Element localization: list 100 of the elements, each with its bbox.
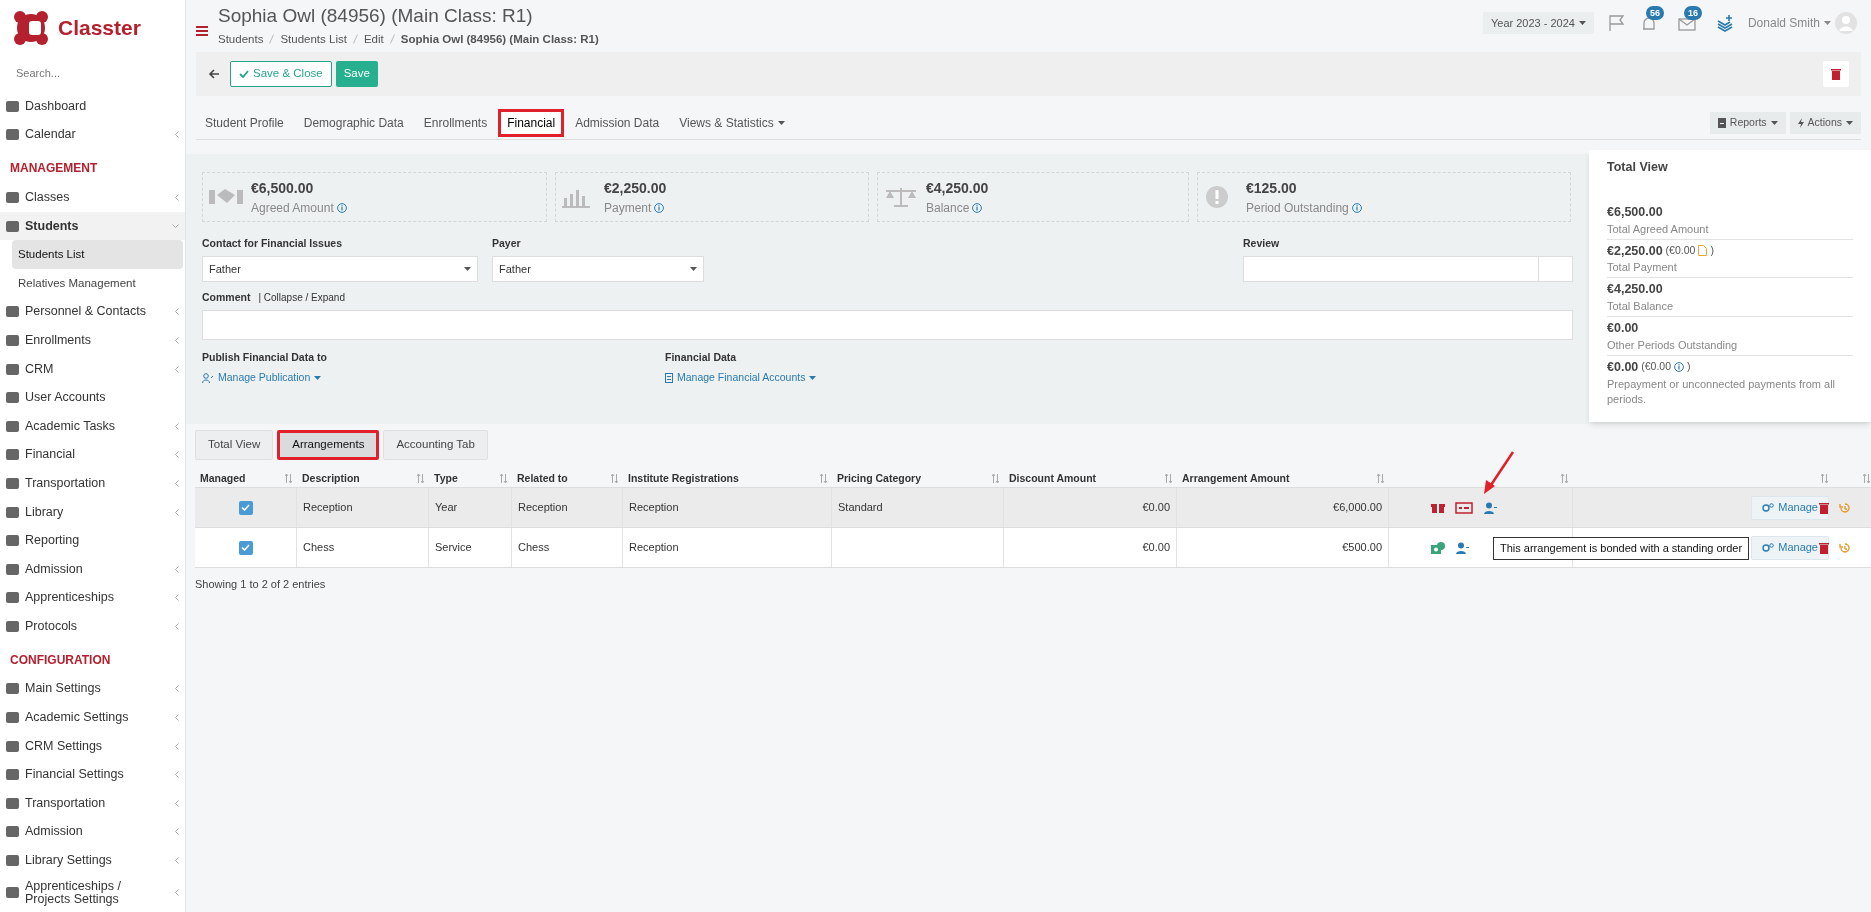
sidebar-item[interactable]: User Accounts — [0, 383, 185, 412]
sidebar-item[interactable]: Financial — [0, 440, 185, 470]
info-icon[interactable] — [1674, 362, 1685, 373]
sidebar-item[interactable]: CRM Settings — [0, 731, 185, 761]
trash-icon[interactable] — [1819, 541, 1829, 554]
sidebar-item[interactable]: Library — [0, 497, 185, 527]
breadcrumb-link[interactable]: Edit — [363, 30, 384, 48]
history-icon[interactable] — [1839, 501, 1851, 514]
sort-icon[interactable] — [1165, 474, 1172, 483]
info-icon[interactable] — [654, 202, 665, 213]
sidebar-item[interactable]: Admission — [0, 554, 185, 584]
column-header[interactable]: Discount Amount — [1009, 470, 1097, 487]
money-icon[interactable] — [1431, 541, 1445, 554]
info-icon[interactable] — [972, 202, 983, 213]
gift-icon[interactable] — [1431, 501, 1445, 514]
sidebar-item[interactable]: Students — [0, 211, 185, 241]
breadcrumb-link[interactable]: Students — [218, 30, 264, 48]
breadcrumb-link[interactable]: Students List — [280, 30, 347, 48]
checkbox[interactable] — [238, 500, 253, 515]
sidebar-item[interactable]: Transportation — [0, 469, 185, 498]
sort-icon[interactable] — [611, 474, 618, 483]
history-icon[interactable] — [1839, 541, 1851, 554]
sidebar-item[interactable]: Enrollments — [0, 326, 185, 355]
caret-icon — [464, 266, 471, 271]
flag-icon[interactable] — [1607, 14, 1626, 32]
sort-icon[interactable] — [1821, 474, 1828, 483]
column-header[interactable]: Related to — [517, 470, 568, 487]
column-header[interactable]: Pricing Category — [837, 470, 922, 487]
sort-icon[interactable] — [1863, 474, 1870, 483]
card-icon[interactable] — [1455, 501, 1473, 514]
sort-icon[interactable] — [285, 474, 292, 483]
tab[interactable]: Enrollments — [414, 108, 497, 137]
sub-tab[interactable]: Accounting Tab — [383, 430, 488, 460]
column-header[interactable]: Institute Registrations — [628, 470, 739, 487]
actions-button[interactable]: Actions — [1789, 111, 1861, 134]
sidebar-item[interactable]: Protocols — [0, 612, 185, 641]
layers-add-icon[interactable] — [1715, 14, 1734, 32]
manage-publication-link[interactable]: Manage Publication — [202, 370, 322, 386]
sidebar-item[interactable]: Calendar — [0, 120, 185, 150]
year-dropdown[interactable]: Year 2023 - 2024 — [1482, 12, 1594, 34]
comment-field[interactable] — [202, 309, 1573, 340]
document-icon[interactable] — [1698, 245, 1708, 257]
sort-icon[interactable] — [417, 474, 424, 483]
tab[interactable]: Admission Data — [566, 108, 669, 137]
column-header[interactable]: Arrangement Amount — [1182, 470, 1290, 487]
sort-icon[interactable] — [1561, 474, 1568, 483]
column-header[interactable]: Description — [302, 470, 360, 487]
manage-button[interactable]: Manage — [1751, 495, 1829, 520]
sidebar-item[interactable]: Admission — [0, 817, 185, 847]
checkbox[interactable] — [238, 540, 253, 555]
collapse-expand-link[interactable]: | Collapse / Expand — [258, 290, 345, 306]
sort-icon[interactable] — [500, 474, 507, 483]
sub-tab[interactable]: Arrangements — [277, 430, 380, 460]
sidebar-item[interactable]: Library Settings — [0, 846, 185, 875]
sidebar-item[interactable]: Personnel & Contacts — [0, 297, 185, 327]
sidebar-item[interactable]: CRM — [0, 354, 185, 384]
manage-financial-accounts-link[interactable]: Manage Financial Accounts — [665, 370, 817, 386]
sidebar-item[interactable]: Apprenticeships / Projects Settings — [0, 874, 185, 911]
envelope-icon[interactable] — [1677, 16, 1696, 32]
column-header[interactable]: Type — [434, 470, 458, 487]
info-icon[interactable] — [336, 202, 347, 213]
tab[interactable]: Financial — [498, 108, 565, 137]
sidebar-item[interactable]: Academic Settings — [0, 703, 185, 732]
sidebar-item[interactable]: Reporting — [0, 526, 185, 555]
column-header[interactable]: Managed — [200, 470, 246, 487]
caret-icon — [809, 376, 817, 381]
manage-button[interactable]: Manage — [1751, 535, 1829, 560]
table-row[interactable]: Reception Year Reception Reception Standard €0.00 €6,000.00 Manage — [195, 488, 1871, 528]
chevron-icon — [174, 479, 179, 487]
review-field[interactable] — [1243, 255, 1573, 282]
sub-tab[interactable]: Total View — [195, 430, 274, 460]
sort-icon[interactable] — [992, 474, 999, 483]
sidebar-item[interactable]: Transportation — [0, 789, 185, 818]
report-icon — [1717, 117, 1726, 128]
sidebar-item[interactable]: Financial Settings — [0, 760, 185, 790]
tab[interactable]: Student Profile — [196, 108, 293, 137]
info-icon[interactable] — [1351, 202, 1362, 213]
sidebar-item[interactable]: Academic Tasks — [0, 411, 185, 441]
chevron-icon — [174, 131, 179, 139]
sidebar-item[interactable]: Apprenticeships — [0, 583, 185, 613]
person-icon[interactable] — [1455, 541, 1469, 554]
back-arrow-icon[interactable] — [208, 68, 220, 80]
person-icon[interactable] — [1483, 501, 1497, 514]
search-field[interactable]: Search... — [8, 60, 168, 86]
submenu-item[interactable]: Relatives Management — [12, 268, 183, 298]
payer-dropdown[interactable]: Father — [492, 255, 704, 282]
annotation-arrow — [1481, 450, 1515, 496]
trash-icon[interactable] — [1819, 501, 1829, 514]
sidebar-item[interactable]: Dashboard — [0, 92, 185, 121]
delete-button[interactable] — [1823, 61, 1849, 87]
sidebar-item[interactable]: Classes — [0, 183, 185, 212]
contact-dropdown[interactable]: Father — [202, 255, 478, 282]
sidebar-item[interactable]: Main Settings — [0, 674, 185, 704]
reports-button[interactable]: Reports — [1709, 111, 1786, 134]
sort-icon[interactable] — [1377, 474, 1384, 483]
submenu-item[interactable]: Students List — [12, 240, 183, 269]
total-amount: €6,500.00 — [1607, 203, 1663, 221]
sort-icon[interactable] — [820, 474, 827, 483]
tab[interactable]: Demographic Data — [294, 108, 413, 137]
tab[interactable]: Views & Statistics — [670, 108, 794, 137]
